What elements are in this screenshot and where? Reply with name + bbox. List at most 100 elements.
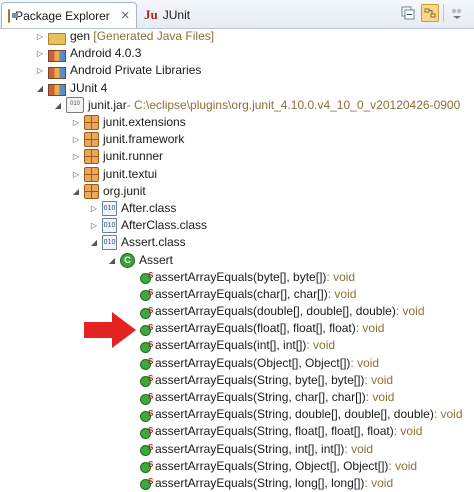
collapse-all-icon[interactable] xyxy=(399,4,417,22)
tab-label: Package Explorer xyxy=(15,8,110,23)
method-return-type: : void xyxy=(327,286,357,301)
tree-item-method[interactable]: assertArrayEquals(String, int[], int[]) … xyxy=(0,439,474,458)
item-label: Assert xyxy=(139,252,174,267)
item-label: AfterClass.class xyxy=(121,218,208,233)
method-signature: assertArrayEquals(Object[], Object[]) xyxy=(155,355,351,370)
item-label: junit.textui xyxy=(103,166,158,181)
tree-item-package[interactable]: ▷ junit.framework xyxy=(0,131,474,148)
tree-item-method[interactable]: assertArrayEquals(Object[], Object[]) : … xyxy=(0,353,474,372)
method-return-type: : void xyxy=(306,338,336,353)
item-label: JUnit 4 xyxy=(70,80,108,95)
tree-item-type-assert[interactable]: ◢ C Assert xyxy=(0,251,474,268)
tree-item-method[interactable]: assertArrayEquals(String, byte[], byte[]… xyxy=(0,370,474,389)
tree-item-android-private[interactable]: ▷ Android Private Libraries xyxy=(0,62,474,79)
package-icon xyxy=(84,183,99,199)
tree-item-junit-jar[interactable]: ◢ 010 junit.jar - C:\eclipse\plugins\org… xyxy=(0,97,474,114)
library-icon xyxy=(48,84,66,97)
method-return-type: : void xyxy=(395,304,425,319)
public-static-method-icon xyxy=(140,388,153,405)
tree-item-package[interactable]: ▷ junit.runner xyxy=(0,148,474,165)
item-label: junit.runner xyxy=(103,149,164,164)
method-signature: assertArrayEquals(String, float[], float… xyxy=(155,424,394,439)
method-signature: assertArrayEquals(char[], char[]) xyxy=(155,286,328,301)
collapse-icon[interactable]: ◢ xyxy=(88,237,100,249)
method-signature: assertArrayEquals(double[], double[], do… xyxy=(155,304,396,319)
expand-icon[interactable]: ▷ xyxy=(34,48,46,60)
collapse-icon[interactable]: ◢ xyxy=(34,82,46,94)
tab-package-explorer[interactable]: Package Explorer ✕ xyxy=(1,2,137,28)
tree-item-gen[interactable]: ▷ gen [Generated Java Files] xyxy=(0,28,474,45)
expand-icon[interactable]: ▷ xyxy=(70,134,82,146)
public-static-method-icon xyxy=(140,422,153,439)
expand-icon[interactable]: ▷ xyxy=(70,151,82,163)
item-label: Android 4.0.3 xyxy=(70,46,142,61)
item-label: junit.framework xyxy=(103,132,185,147)
expand-icon[interactable]: ▷ xyxy=(70,168,82,180)
item-label: junit.extensions xyxy=(103,115,186,130)
item-label: Android Private Libraries xyxy=(70,63,202,78)
tree-item-android[interactable]: ▷ Android 4.0.3 xyxy=(0,45,474,62)
method-return-type: : void xyxy=(355,321,385,336)
collapse-icon[interactable]: ◢ xyxy=(106,254,118,266)
public-static-method-icon xyxy=(140,353,153,371)
tree-item-method[interactable]: assertArrayEquals(int[], int[]) : void xyxy=(0,336,474,354)
method-return-type: : void xyxy=(344,441,374,456)
expand-icon[interactable]: ▷ xyxy=(34,65,46,77)
view-menu-icon[interactable] xyxy=(448,4,466,22)
toolbar-separator xyxy=(443,4,444,22)
public-static-method-icon xyxy=(140,405,153,422)
class-icon: C xyxy=(120,252,135,268)
method-return-type: : void xyxy=(364,372,394,387)
item-label: org.junit xyxy=(103,183,146,198)
tree-item-method[interactable]: assertArrayEquals(double[], double[], do… xyxy=(0,302,474,320)
expand-icon[interactable]: ▷ xyxy=(34,31,46,43)
expand-icon[interactable]: ▷ xyxy=(88,202,100,214)
public-static-method-icon xyxy=(140,473,153,491)
expand-icon[interactable]: ▷ xyxy=(88,220,100,232)
method-signature: assertArrayEquals(int[], int[]) xyxy=(155,338,307,353)
tree-item-package[interactable]: ◢ org.junit xyxy=(0,183,474,200)
package-tree: ▷ gen [Generated Java Files] ▷ Android 4… xyxy=(0,28,474,492)
tree-item-method[interactable]: assertArrayEquals(String, Object[], Obje… xyxy=(0,456,474,475)
tree-item-class[interactable]: ▷ 010 After.class xyxy=(0,200,474,217)
method-return-type: : void xyxy=(350,355,380,370)
public-static-method-icon xyxy=(140,284,153,302)
tree-item-class[interactable]: ◢ 010 Assert.class xyxy=(0,234,474,251)
tree-item-method[interactable]: assertArrayEquals(byte[], byte[]) : void xyxy=(0,267,474,286)
expand-icon[interactable]: ▷ xyxy=(70,117,82,129)
tab-junit[interactable]: Ju JUnit xyxy=(138,2,196,28)
package-explorer-icon xyxy=(8,8,19,23)
tree-item-method[interactable]: assertArrayEquals(String, long[], long[]… xyxy=(0,473,474,492)
public-static-method-icon xyxy=(140,439,153,457)
link-with-editor-icon[interactable] xyxy=(421,4,439,22)
tree-item-method[interactable]: assertArrayEquals(char[], char[]) : void xyxy=(0,284,474,303)
tree-item-method[interactable]: assertArrayEquals(String, char[], char[]… xyxy=(0,388,474,406)
close-icon[interactable]: ✕ xyxy=(121,9,130,22)
item-decoration: [Generated Java Files] xyxy=(93,29,215,44)
tree-item-junit4[interactable]: ◢ JUnit 4 xyxy=(0,80,474,97)
tree-item-method[interactable]: assertArrayEquals(String, double[], doub… xyxy=(0,405,474,423)
tree-item-method[interactable]: assertArrayEquals(float[], float[], floa… xyxy=(0,319,474,337)
method-signature: assertArrayEquals(byte[], byte[]) xyxy=(155,269,327,284)
public-static-method-icon xyxy=(140,336,153,353)
tree-item-package[interactable]: ▷ junit.extensions xyxy=(0,114,474,131)
jar-path: - C:\eclipse\plugins\org.junit_4.10.0.v4… xyxy=(126,97,461,112)
item-label: junit.jar xyxy=(88,97,127,112)
tree-item-method[interactable]: assertArrayEquals(String, float[], float… xyxy=(0,422,474,440)
method-signature: assertArrayEquals(String, int[], int[]) xyxy=(155,441,345,456)
tree-item-class[interactable]: ▷ 010 AfterClass.class xyxy=(0,217,474,234)
collapse-icon[interactable]: ◢ xyxy=(52,99,64,111)
junit-icon: Ju xyxy=(144,7,158,22)
class-file-icon: 010 xyxy=(102,200,117,216)
class-file-icon: 010 xyxy=(102,235,117,251)
item-label: Assert.class xyxy=(121,235,186,250)
method-return-type: : void xyxy=(326,269,356,284)
tree-item-package[interactable]: ▷ junit.textui xyxy=(0,166,474,183)
source-folder-icon xyxy=(48,32,66,45)
package-icon xyxy=(84,115,99,131)
collapse-icon[interactable]: ◢ xyxy=(70,185,82,197)
method-signature: assertArrayEquals(String, long[], long[]… xyxy=(155,475,365,490)
